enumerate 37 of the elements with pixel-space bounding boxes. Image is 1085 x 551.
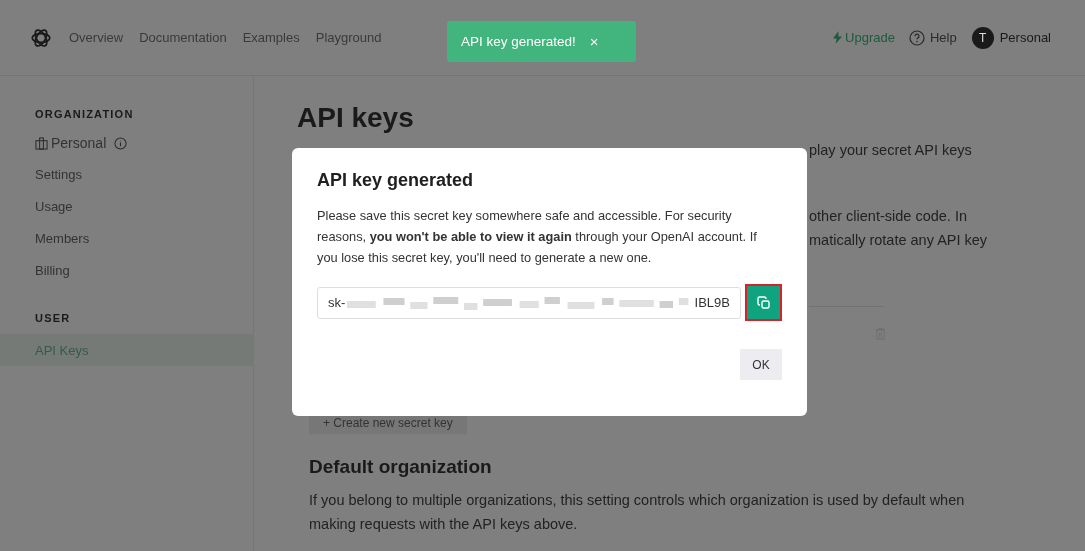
key-field[interactable]: sk- IBL9B [317, 286, 741, 319]
upgrade-link[interactable]: Upgrade [845, 30, 895, 45]
section-heading: USER [34, 312, 72, 324]
building-icon [35, 136, 48, 150]
nav-link[interactable]: Playground [315, 30, 382, 45]
account-name[interactable]: Personal [999, 30, 1051, 45]
info-icon [114, 136, 128, 150]
toast-message: API key generated! [461, 34, 576, 49]
sidebar-item[interactable]: Settings [0, 158, 253, 190]
nav-link[interactable]: Overview [69, 30, 124, 45]
ok-button[interactable]: OK [740, 349, 782, 380]
key-suffix: IBL9B [694, 295, 730, 310]
sidebar-item[interactable]: Personal [51, 128, 107, 158]
dialog-text: Please save this secret key somewhere safe and accessible. For security reasons, you won't be able to view it again through your OpenAI account. If you lose this secret key, you'll need to generate a new one. [317, 207, 758, 267]
help-link[interactable]: Help [929, 30, 957, 45]
avatar[interactable]: T [971, 26, 994, 49]
body-text: matically rotate any API key [809, 231, 989, 250]
page-title: API keys [297, 102, 415, 134]
key-prefix: sk- [328, 295, 346, 310]
body-text: play your secret API keys [809, 141, 973, 160]
bolt-icon [833, 31, 843, 44]
help-icon [908, 29, 925, 46]
close-button[interactable]: × [587, 33, 601, 50]
body-text: other client-side code. In [809, 207, 968, 226]
nav-link[interactable]: Documentation [139, 30, 227, 45]
nav-link[interactable]: Examples [242, 30, 300, 45]
section-heading: Default organization [309, 456, 493, 478]
body-text: If you belong to multiple organizations, this setting controls which organization is used by default when making requests with the API keys above. [309, 491, 966, 534]
dialog-title: API key generated [317, 170, 475, 191]
sidebar-item[interactable]: Usage [0, 190, 253, 222]
copy-button[interactable] [745, 284, 782, 321]
copy-icon [756, 295, 771, 310]
sidebar-item[interactable]: Members [0, 222, 253, 254]
sidebar-item[interactable]: Billing [0, 254, 253, 286]
section-heading: ORGANIZATION [34, 108, 135, 120]
sidebar-item[interactable]: API Keys [0, 334, 253, 366]
logo-icon[interactable] [30, 26, 52, 49]
